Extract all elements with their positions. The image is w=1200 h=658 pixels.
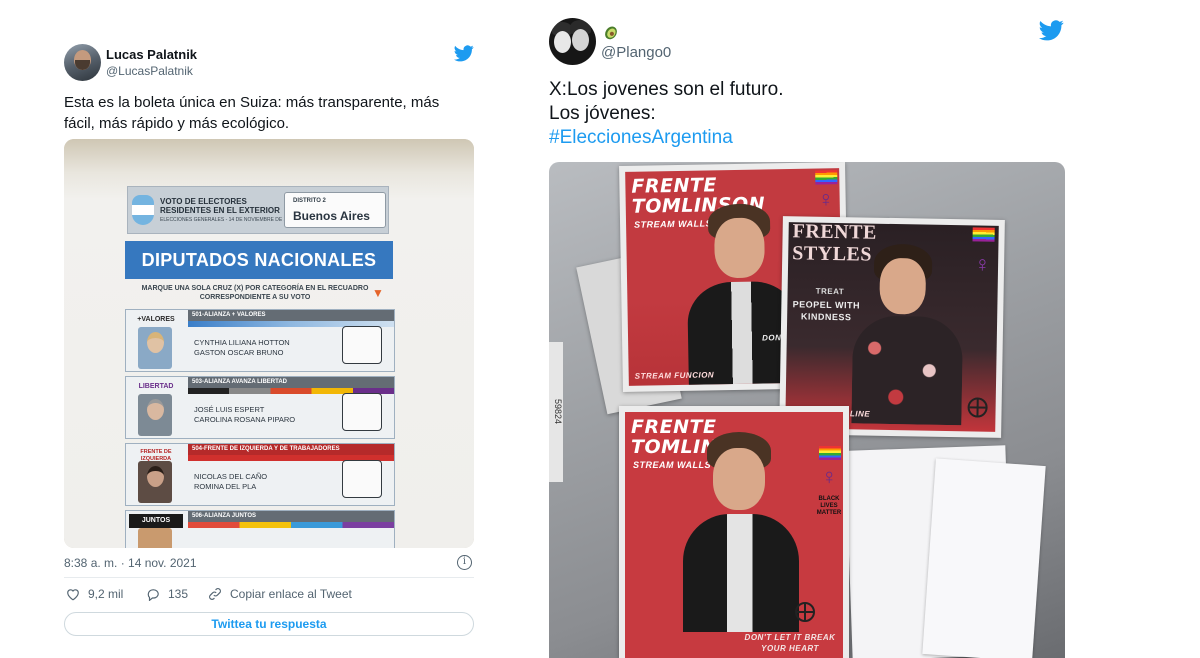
reply-button[interactable]: 135 (146, 587, 188, 601)
vote-checkbox (342, 393, 382, 431)
posters-photo[interactable]: WITH 59824 FRENTE TOMLINSON STREAM WALLS… (549, 162, 1065, 658)
blank-paper (922, 458, 1046, 658)
avocado-icon (605, 26, 617, 40)
tweet-actions: 9,2 mil 135 Copiar enlace al Tweet (64, 587, 474, 607)
user-name[interactable]: Lucas Palatnik (106, 47, 197, 62)
candidate-photo (138, 461, 172, 503)
vote-checkbox (342, 460, 382, 498)
avatar[interactable] (64, 44, 101, 81)
candidate-photo (138, 528, 172, 548)
ballot-row: LIBERTAD 503-ALIANZA AVANZA LIBERTAD JOS… (125, 376, 395, 439)
user-handle[interactable]: @Plango0 (601, 44, 671, 61)
poster-styles: FRENTE STYLES TREAT PEOPEL WITH KINDNESS… (779, 216, 1005, 438)
heart-icon (67, 588, 79, 600)
info-icon[interactable]: i (457, 555, 472, 570)
argentina-seal-icon (132, 195, 154, 225)
candidate-photo (138, 394, 172, 436)
person-photo (683, 432, 799, 632)
ballot-header: VOTO DE ELECTORES RESIDENTES EN EL EXTER… (127, 186, 389, 234)
ballot-row: JUNTOS 506-ALIANZA JUNTOS (125, 510, 395, 548)
divider (64, 577, 474, 578)
tweet-text: Esta es la boleta única en Suiza: más tr… (64, 94, 440, 132)
ballot-photo[interactable]: VOTO DE ELECTORES RESIDENTES EN EL EXTER… (64, 139, 474, 548)
avatar[interactable] (549, 18, 596, 65)
copy-link-button[interactable]: Copiar enlace al Tweet (208, 587, 352, 601)
poster-tomlinson-2: FRENTE TOMLINSON STREAM WALLS ♀ BLACK LI… (619, 406, 849, 658)
tweet-text: X:Los jovenes son el futuro. Los jóvenes… (549, 78, 1049, 150)
reply-icon (147, 588, 159, 601)
reply-input-button[interactable]: Twittea tu respuesta (64, 612, 474, 636)
copy-link-label: Copiar enlace al Tweet (230, 587, 352, 601)
badge-text: BLACK LIVES MATTER (816, 496, 842, 516)
person-photo (851, 243, 964, 426)
like-count: 9,2 mil (88, 587, 124, 601)
district-box: DISTRITO 2 Buenos Aires (284, 192, 386, 228)
hashtag-link[interactable]: #EleccionesArgentina (549, 126, 1049, 150)
twitter-bird-icon[interactable] (1039, 20, 1064, 41)
user-handle[interactable]: @LucasPalatnik (106, 64, 193, 78)
ballot-row: FRENTE DE IZQUIERDA 504-FRENTE DE IZQUIE… (125, 443, 395, 506)
ballot-row: +VALORES 501-ALIANZA + VALORES CYNTHIA L… (125, 309, 395, 372)
ballot-instruction: MARQUE UNA SOLA CRUZ (X) POR CATEGORÍA E… (141, 285, 369, 301)
arrow-down-icon: ▼ (372, 286, 384, 300)
tweet-timestamp[interactable]: 8:38 a. m. · 14 nov. 2021 (64, 556, 197, 570)
reply-count: 135 (168, 587, 189, 601)
link-icon (209, 588, 221, 600)
ballot-banner: DIPUTADOS NACIONALES (125, 241, 393, 279)
like-button[interactable]: 9,2 mil (66, 587, 123, 601)
ballot-lists: +VALORES 501-ALIANZA + VALORES CYNTHIA L… (125, 309, 395, 548)
twitter-bird-icon[interactable] (454, 45, 474, 62)
vote-checkbox (342, 326, 382, 364)
candidate-photo (138, 327, 172, 369)
